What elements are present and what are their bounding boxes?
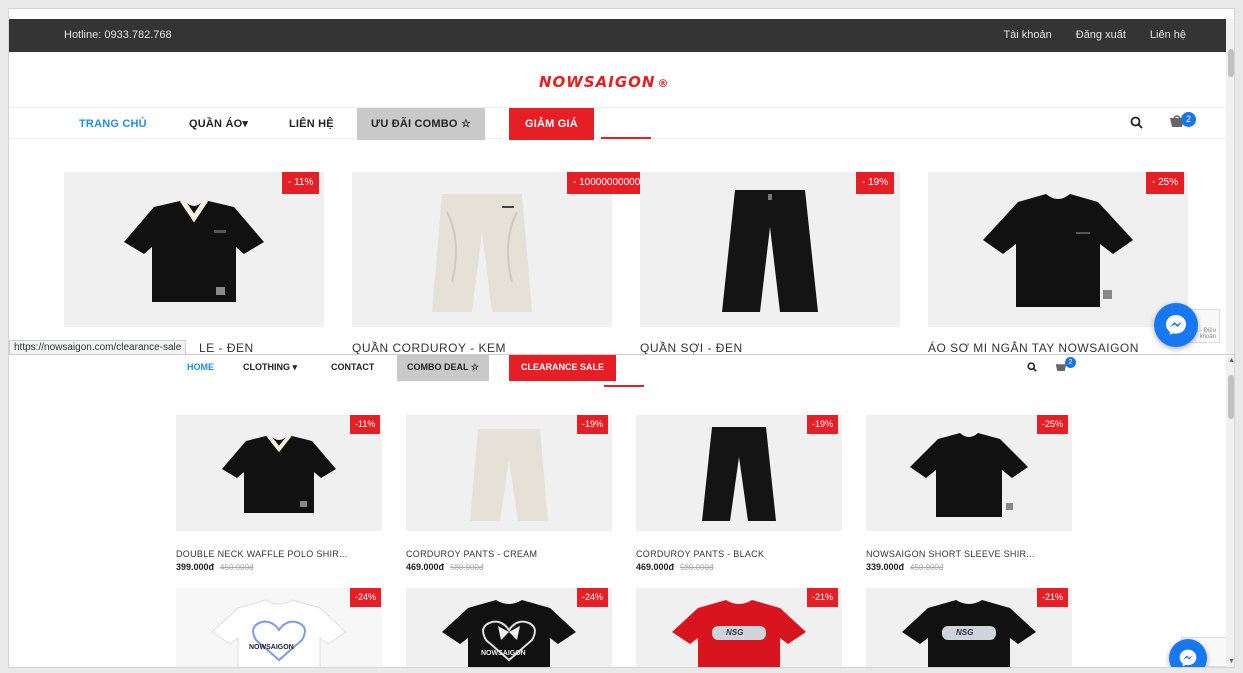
english-store-window: HOME CLOTHING ▾ CONTACT COMBO DEAL ☆ CLE… [9, 354, 1234, 667]
logout-link[interactable]: Đăng xuất [1076, 29, 1126, 41]
cart-count-badge: 2 [1181, 112, 1196, 127]
product-card[interactable]: NOWSAIGON -24% [406, 588, 612, 667]
cream-pants-image [432, 194, 532, 312]
product-card[interactable]: -11% [176, 415, 382, 531]
sale-price: 399.000đ [176, 562, 215, 572]
product-card[interactable]: - 25% [928, 172, 1188, 327]
product-card[interactable]: NOWSAIGON -24% [176, 588, 382, 667]
nav-sale[interactable]: CLEARANCE SALE [509, 355, 617, 381]
product-card[interactable]: NSG -21% [636, 588, 842, 667]
scroll-down-arrow-icon[interactable]: ▼ [1228, 658, 1234, 665]
discount-badge: -11% [350, 415, 381, 434]
product-name[interactable]: CORDUROY PANTS - CREAM [406, 549, 537, 559]
account-links: Tài khoản Đăng xuất Liên hệ [1003, 29, 1186, 41]
original-price: 450.000đ [910, 563, 944, 572]
product-card[interactable]: NSG -21% [866, 588, 1072, 667]
cart-count-badge: 2 [1065, 357, 1076, 368]
sale-price: 469.000đ [636, 562, 675, 572]
discount-badge: -24% [577, 588, 609, 607]
main-nav-en: HOME CLOTHING ▾ CONTACT COMBO DEAL ☆ CLE… [9, 355, 1226, 381]
discount-badge: - 19% [856, 172, 895, 194]
link-status-bar: https://nowsaigon.com/clearance-sale [9, 340, 187, 354]
nav-combo[interactable]: ƯU ĐÃI COMBO ☆ [357, 108, 486, 140]
logo-mark: ® [657, 77, 670, 90]
product-title[interactable]: LE - ĐEN [199, 341, 254, 354]
product-card[interactable]: - 11% [64, 172, 324, 327]
shirt-print-text: NSG [726, 628, 744, 637]
product-price: 399.000đ 450.000đ [176, 562, 253, 572]
nav-sale[interactable]: GIẢM GIÁ [509, 108, 594, 140]
nav-contact[interactable]: LIÊN HỆ [289, 108, 334, 140]
shirt-print-text: NSG [956, 628, 974, 637]
product-name[interactable]: CORDUROY PANTS - BLACK [636, 549, 764, 559]
discount-badge: -21% [1037, 588, 1069, 607]
messenger-icon [1179, 649, 1197, 667]
original-price: 580.000đ [680, 563, 714, 572]
product-card[interactable]: - 19% [640, 172, 900, 327]
nav-home[interactable]: HOME [187, 355, 214, 381]
nav-combo[interactable]: COMBO DEAL ☆ [397, 355, 489, 381]
account-link[interactable]: Tài khoản [1003, 29, 1051, 41]
vietnamese-store-window: Hotline: 0933.782.768 Tài khoản Đăng xuấ… [9, 9, 1234, 354]
logo-text: NOWSAIGON [539, 73, 656, 91]
product-title[interactable]: ÁO SƠ MI NGẮN TAY NOWSAIGON [928, 341, 1139, 354]
scroll-thumb[interactable] [1228, 49, 1234, 77]
discount-badge: -19% [807, 415, 839, 434]
sale-price: 339.000đ [866, 562, 905, 572]
main-nav: TRANG CHỦ QUẦN ÁO▾ LIÊN HỆ ƯU ĐÃI COMBO … [9, 107, 1226, 140]
search-icon[interactable] [1027, 357, 1037, 383]
product-price: 469.000đ 580.000đ [406, 562, 483, 572]
messenger-icon [1166, 315, 1186, 335]
top-info-bar: Hotline: 0933.782.768 Tài khoản Đăng xuấ… [9, 19, 1226, 52]
nav-underline [601, 137, 651, 139]
product-price: 469.000đ 580.000đ [636, 562, 713, 572]
original-price: 580.000đ [450, 563, 484, 572]
scroll-up-arrow-icon[interactable]: ▲ [1228, 357, 1234, 364]
nav-underline [604, 385, 644, 387]
product-title[interactable]: QUẦN SỢI - ĐEN [640, 341, 743, 354]
bottom-scrollbar[interactable]: ▲ ▼ [1226, 355, 1234, 667]
discount-badge: -19% [577, 415, 609, 434]
site-logo[interactable]: NOWSAIGON ® [539, 73, 669, 91]
shirt-print-text: NOWSAIGON [481, 650, 526, 657]
hotline-text: Hotline: 0933.782.768 [64, 29, 172, 41]
product-name[interactable]: DOUBLE NECK WAFFLE POLO SHIR... [176, 549, 348, 559]
contact-link[interactable]: Liên hệ [1150, 29, 1186, 41]
nav-clothing[interactable]: QUẦN ÁO▾ [189, 108, 248, 140]
product-card[interactable]: - 100000000000000000000% [352, 172, 711, 327]
nav-clothing[interactable]: CLOTHING ▾ [243, 355, 297, 381]
product-card[interactable]: -19% [406, 415, 612, 531]
product-card[interactable]: -19% [636, 415, 842, 531]
scroll-thumb[interactable] [1228, 375, 1234, 419]
black-shirt-image [983, 194, 1133, 307]
browser-frame: Hotline: 0933.782.768 Tài khoản Đăng xuấ… [8, 8, 1235, 668]
discount-badge: - 11% [282, 172, 320, 194]
black-pants-image [722, 190, 818, 312]
nav-contact[interactable]: CONTACT [331, 355, 374, 381]
product-price: 339.000đ 450.000đ [866, 562, 943, 572]
original-price: 450.000đ [220, 563, 254, 572]
discount-badge: -24% [350, 588, 382, 607]
messenger-chat-button[interactable] [1154, 303, 1198, 347]
product-name[interactable]: NOWSAIGON SHORT SLEEVE SHIR... [866, 549, 1035, 559]
sale-price: 469.000đ [406, 562, 445, 572]
top-scrollbar[interactable] [1226, 19, 1234, 354]
product-title[interactable]: QUẦN CORDUROY - KEM [352, 341, 506, 354]
polo-shirt-image [124, 198, 264, 302]
discount-badge: -25% [1037, 415, 1069, 434]
discount-badge: -21% [807, 588, 839, 607]
product-card[interactable]: -25% [866, 415, 1072, 531]
discount-badge: - 25% [1146, 172, 1185, 194]
nav-home[interactable]: TRANG CHỦ [79, 108, 147, 140]
shirt-print-text: NOWSAIGON [249, 644, 294, 651]
search-icon[interactable] [1130, 116, 1143, 132]
